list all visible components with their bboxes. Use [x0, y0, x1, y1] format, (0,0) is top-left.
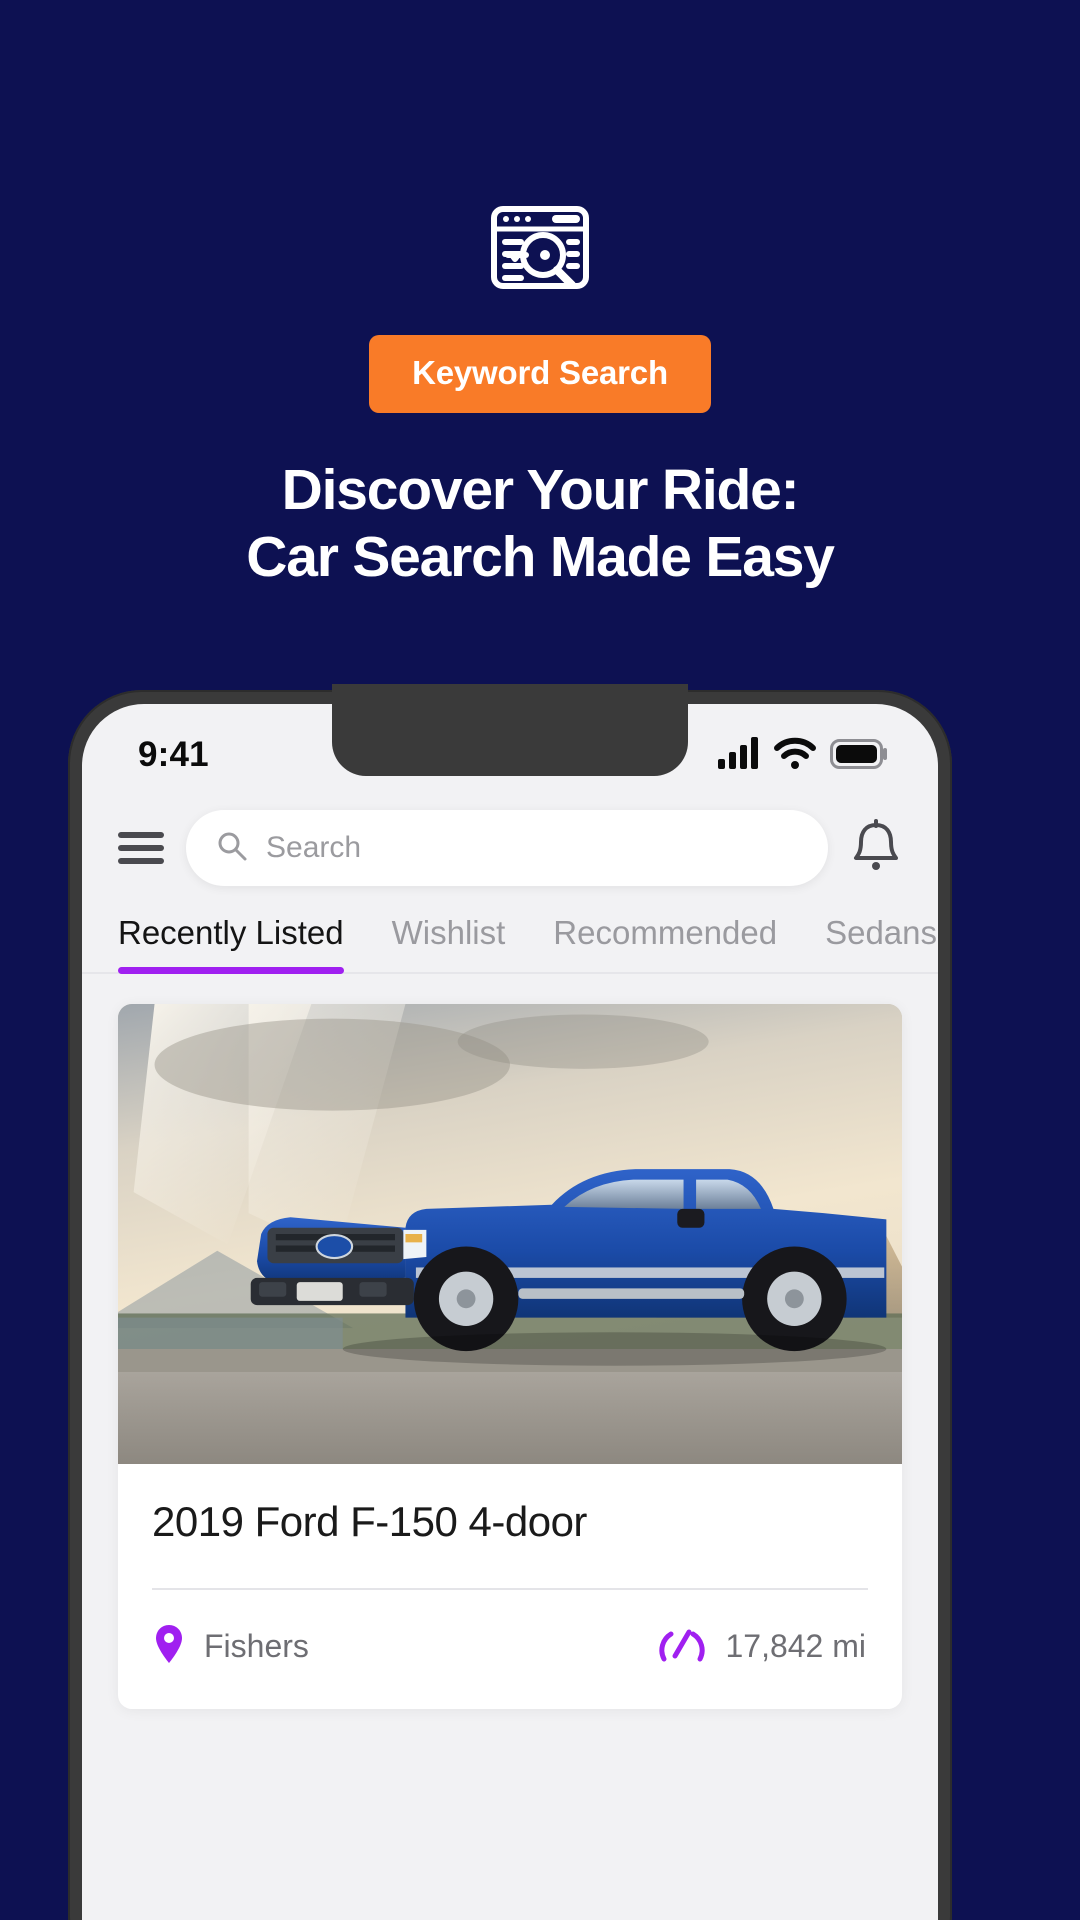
- listing-location-text: Fishers: [204, 1628, 309, 1664]
- listing-card[interactable]: 2019 Ford F-150 4-door Fishers 17,842 mi: [118, 1004, 902, 1709]
- listing-title: 2019 Ford F-150 4-door: [152, 1498, 587, 1545]
- tab-label: Wishlist: [391, 914, 506, 951]
- headline-line-1: Discover Your Ride:: [281, 458, 800, 522]
- status-bar-icons: [718, 736, 888, 774]
- page-title: Discover Your Ride: Car Search Made Easy: [0, 457, 1080, 590]
- tab-recently-listed[interactable]: Recently Listed: [118, 914, 344, 974]
- battery-full-icon: [830, 738, 888, 774]
- keyword-search-icon: [490, 205, 590, 290]
- headline-line-2: Car Search Made Easy: [246, 524, 835, 589]
- promo-header: Keyword Search Discover Your Ride: Car S…: [0, 0, 1080, 590]
- listing-meta-row: Fishers 17,842 mi: [152, 1590, 868, 1709]
- keyword-search-badge[interactable]: Keyword Search: [369, 335, 711, 413]
- phone-screen: 9:41 Search Recently Listed Wishlist Rec…: [82, 704, 938, 1920]
- search-icon: [216, 830, 248, 867]
- search-input[interactable]: Search: [186, 810, 828, 886]
- bell-icon[interactable]: [850, 819, 902, 877]
- map-pin-icon: [154, 1624, 184, 1669]
- listing-mileage: 17,842 mi: [659, 1626, 866, 1667]
- tab-label: Recommended: [553, 914, 778, 951]
- speedometer-icon: [659, 1626, 706, 1667]
- wifi-icon: [774, 737, 816, 774]
- listing-details: 2019 Ford F-150 4-door Fishers 17,842 mi: [118, 1464, 902, 1709]
- badge-container: Keyword Search: [0, 335, 1080, 413]
- hamburger-menu-icon[interactable]: [118, 830, 164, 866]
- search-placeholder-text: Search: [266, 831, 362, 864]
- signal-bars-icon: [718, 736, 760, 774]
- phone-notch: [332, 684, 688, 776]
- status-bar-clock: 9:41: [138, 735, 209, 774]
- tab-wishlist[interactable]: Wishlist: [392, 914, 506, 972]
- app-bar: Search: [82, 792, 938, 908]
- listing-mileage-text: 17,842 mi: [725, 1628, 866, 1664]
- tab-recommended[interactable]: Recommended: [553, 914, 777, 972]
- tab-bar: Recently Listed Wishlist Recommended Sed…: [82, 908, 938, 974]
- tab-label: Sedans: [825, 914, 938, 951]
- tab-label: Recently Listed: [118, 914, 344, 951]
- tab-sedans[interactable]: Sedans: [825, 914, 937, 972]
- phone-mockup: 9:41 Search Recently Listed Wishlist Rec…: [68, 684, 952, 1920]
- listing-photo: [118, 1004, 902, 1464]
- listing-location: Fishers: [154, 1624, 309, 1669]
